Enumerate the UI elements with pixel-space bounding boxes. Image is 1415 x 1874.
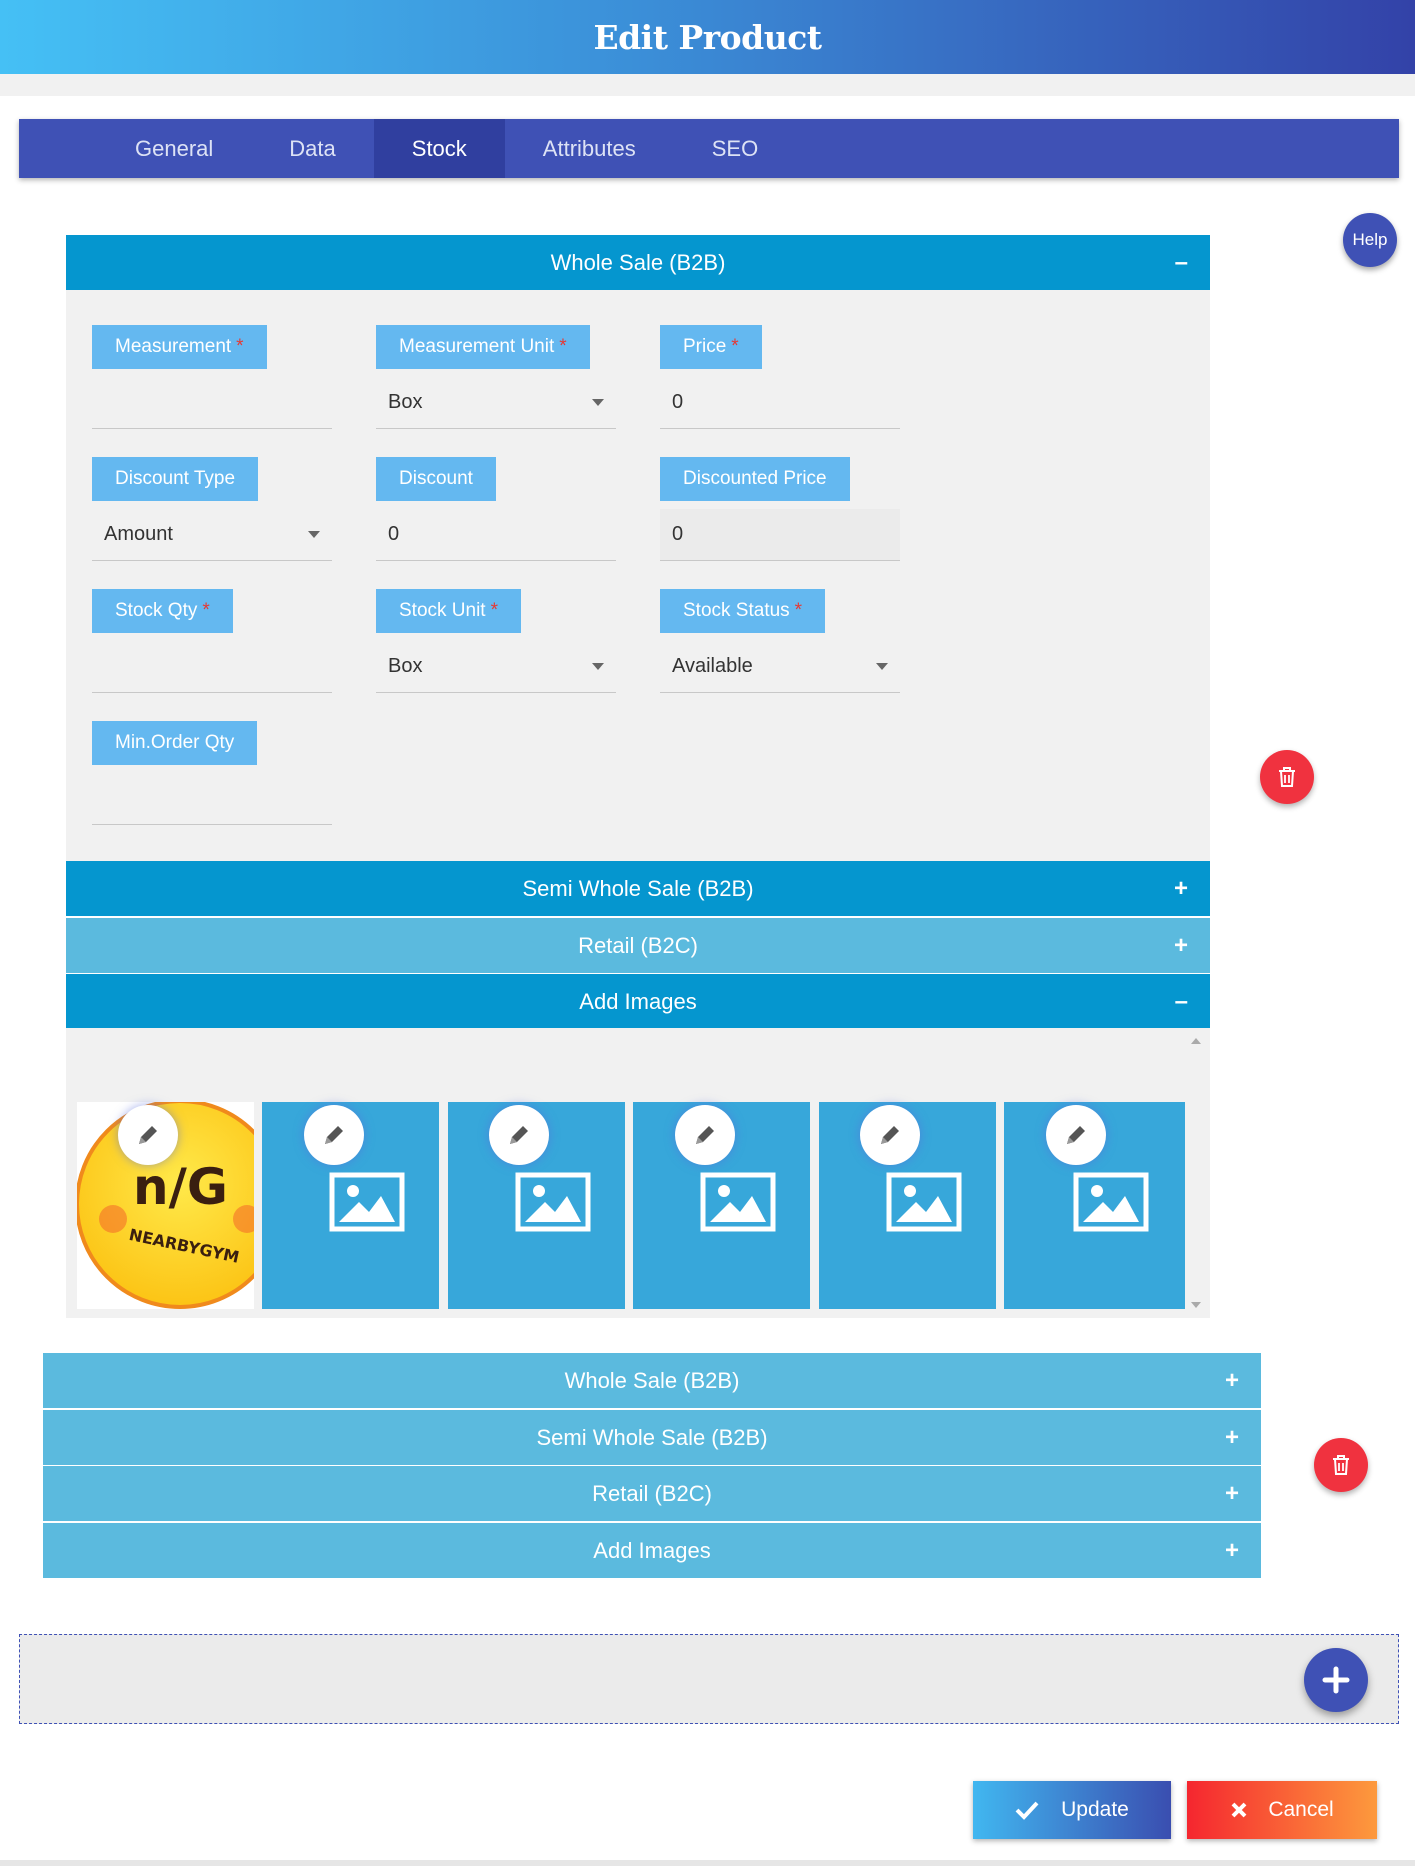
collapse-icon: – bbox=[1174, 249, 1188, 276]
accordion-label: Semi Whole Sale (B2B) bbox=[522, 875, 754, 901]
measurement-unit-label: Measurement Unit * bbox=[376, 325, 590, 369]
expand-icon: + bbox=[1173, 874, 1188, 902]
pencil-icon bbox=[881, 1126, 899, 1144]
dropdown-arrow-icon bbox=[592, 663, 604, 670]
edit-image-4-button[interactable] bbox=[675, 1105, 735, 1165]
discount-type-label: Discount Type bbox=[92, 457, 259, 501]
min-order-qty-label: Min.Order Qty bbox=[92, 721, 258, 765]
edit-image-1-button[interactable] bbox=[118, 1105, 178, 1165]
edit-image-6-button[interactable] bbox=[1046, 1105, 1106, 1165]
svg-text:n/G: n/G bbox=[133, 1158, 228, 1216]
footer-divider bbox=[0, 1860, 1415, 1866]
add-group-button[interactable] bbox=[1304, 1648, 1368, 1712]
dropdown-arrow-icon bbox=[876, 663, 888, 670]
price-input[interactable]: 0 bbox=[660, 377, 900, 429]
edit-image-2-button[interactable] bbox=[304, 1105, 364, 1165]
scroll-down-arrow-icon[interactable] bbox=[1191, 1302, 1201, 1308]
accordion-retail-header-2[interactable]: Retail (B2C) + bbox=[43, 1466, 1261, 1521]
delete-group-button[interactable] bbox=[1260, 750, 1314, 804]
accordion-label: Retail (B2C) bbox=[592, 1480, 712, 1506]
accordion-label: Add Images bbox=[593, 1537, 711, 1563]
accordion-label: Add Images bbox=[579, 988, 697, 1014]
image-placeholder-icon bbox=[329, 1172, 405, 1232]
expand-icon: + bbox=[1224, 1423, 1239, 1451]
image-placeholder-icon bbox=[515, 1172, 591, 1232]
pencil-icon bbox=[696, 1126, 714, 1144]
pencil-icon bbox=[1067, 1126, 1085, 1144]
delete-group-2-button[interactable] bbox=[1314, 1438, 1368, 1492]
accordion-label: Whole Sale (B2B) bbox=[550, 250, 726, 275]
close-icon bbox=[1231, 1802, 1247, 1818]
stock-status-label: Stock Status * bbox=[660, 589, 826, 633]
expand-icon: + bbox=[1224, 1479, 1239, 1507]
image-placeholder-icon bbox=[700, 1172, 776, 1232]
discounted-price-label: Discounted Price bbox=[660, 457, 850, 501]
measurement-label: Measurement * bbox=[92, 325, 267, 369]
check-icon bbox=[1015, 1801, 1039, 1820]
app-header: Edit Product bbox=[0, 0, 1415, 74]
accordion-add-images-header-2[interactable]: Add Images + bbox=[43, 1523, 1261, 1578]
pencil-icon bbox=[139, 1126, 157, 1144]
tab-attributes[interactable]: Attributes bbox=[505, 119, 674, 178]
measurement-input[interactable] bbox=[92, 377, 332, 429]
update-label: Update bbox=[1061, 1798, 1129, 1821]
min-order-qty-input[interactable] bbox=[92, 773, 332, 825]
accordion-wholesale-header[interactable]: Whole Sale (B2B) – bbox=[66, 235, 1210, 291]
image-placeholder-icon bbox=[1073, 1172, 1149, 1232]
accordion-semi-wholesale-header[interactable]: Semi Whole Sale (B2B) + bbox=[66, 861, 1210, 916]
tab-general[interactable]: General bbox=[97, 119, 251, 178]
price-label: Price * bbox=[660, 325, 762, 369]
edit-image-3-button[interactable] bbox=[489, 1105, 549, 1165]
accordion-label: Semi Whole Sale (B2B) bbox=[536, 1424, 768, 1450]
discounted-price-input: 0 bbox=[660, 509, 900, 561]
discount-input[interactable]: 0 bbox=[376, 509, 616, 561]
help-button[interactable]: Help bbox=[1343, 213, 1397, 267]
stock-unit-label: Stock Unit * bbox=[376, 589, 521, 633]
cancel-button[interactable]: Cancel bbox=[1187, 1781, 1377, 1839]
header-subbar bbox=[0, 74, 1415, 96]
stock-unit-select[interactable]: Box bbox=[376, 641, 616, 693]
page-title: Edit Product bbox=[593, 17, 822, 57]
scroll-up-arrow-icon[interactable] bbox=[1191, 1038, 1201, 1044]
stock-status-select[interactable]: Available bbox=[660, 641, 900, 693]
plus-icon bbox=[1322, 1666, 1350, 1694]
trash-icon bbox=[1279, 767, 1295, 787]
stock-qty-label: Stock Qty * bbox=[92, 589, 233, 633]
cancel-label: Cancel bbox=[1268, 1798, 1334, 1821]
dropdown-arrow-icon bbox=[308, 531, 320, 538]
trash-icon bbox=[1333, 1455, 1349, 1475]
collapse-icon: – bbox=[1174, 987, 1188, 1015]
expand-icon: + bbox=[1173, 931, 1188, 959]
accordion-wholesale-header-2[interactable]: Whole Sale (B2B) + bbox=[43, 1353, 1261, 1408]
edit-image-5-button[interactable] bbox=[860, 1105, 920, 1165]
tab-data[interactable]: Data bbox=[251, 119, 373, 178]
pencil-icon bbox=[510, 1126, 528, 1144]
measurement-unit-select[interactable]: Box bbox=[376, 377, 616, 429]
accordion-label: Retail (B2C) bbox=[578, 932, 698, 958]
expand-icon: + bbox=[1224, 1536, 1239, 1564]
expand-icon: + bbox=[1224, 1366, 1239, 1394]
accordion-add-images-header[interactable]: Add Images – bbox=[66, 974, 1210, 1029]
tab-seo[interactable]: SEO bbox=[674, 119, 796, 178]
discount-type-select[interactable]: Amount bbox=[92, 509, 332, 561]
image-placeholder-icon bbox=[886, 1172, 962, 1232]
accordion-semi-wholesale-header-2[interactable]: Semi Whole Sale (B2B) + bbox=[43, 1410, 1261, 1465]
tab-stock[interactable]: Stock bbox=[373, 119, 505, 178]
add-group-dropzone bbox=[19, 1634, 1399, 1724]
tab-bar: General Data Stock Attributes SEO bbox=[19, 119, 1399, 178]
update-button[interactable]: Update bbox=[973, 1781, 1171, 1839]
accordion-label: Whole Sale (B2B) bbox=[564, 1367, 740, 1393]
discount-label: Discount bbox=[376, 457, 496, 501]
dropdown-arrow-icon bbox=[592, 399, 604, 406]
stock-qty-input[interactable] bbox=[92, 641, 332, 693]
pencil-icon bbox=[325, 1126, 343, 1144]
accordion-retail-header[interactable]: Retail (B2C) + bbox=[66, 918, 1210, 973]
